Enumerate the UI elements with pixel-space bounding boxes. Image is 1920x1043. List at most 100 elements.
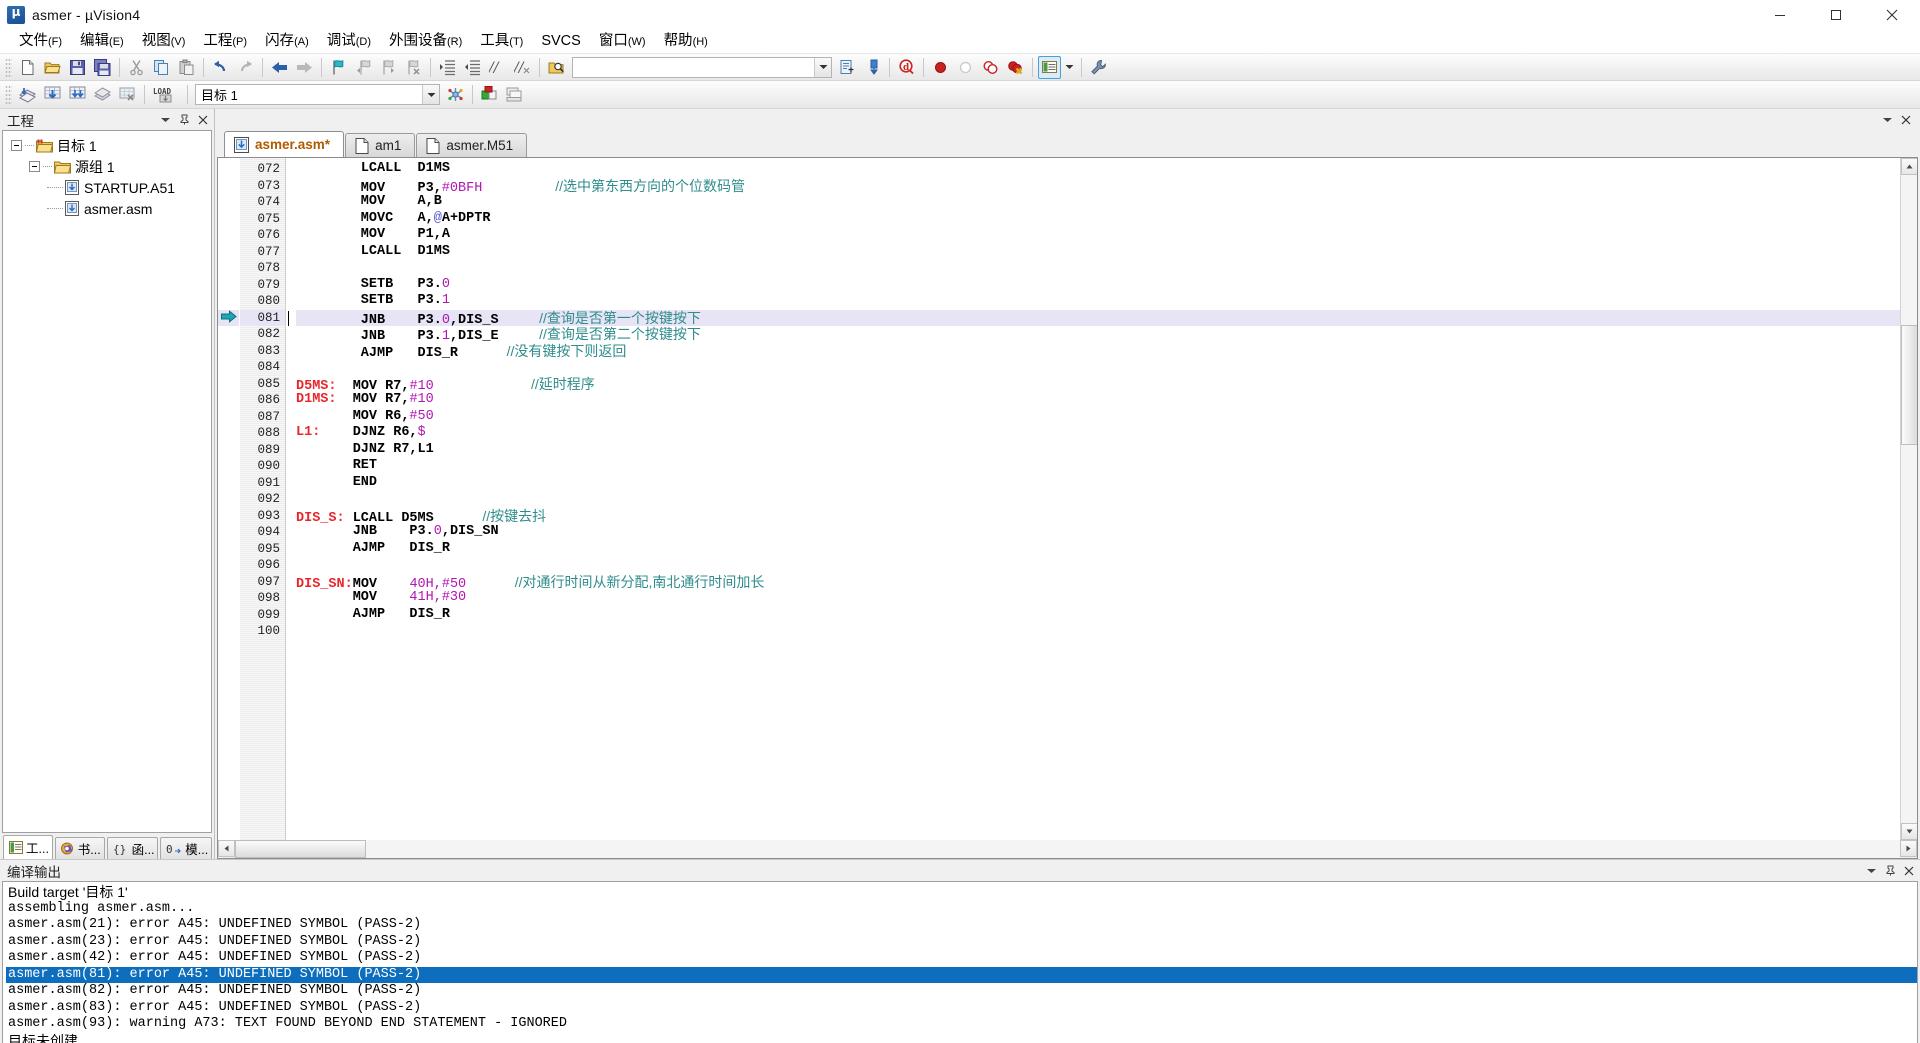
code-line[interactable] [296, 557, 1900, 574]
tree-expander-minus-icon[interactable] [29, 161, 40, 172]
code-horizontal-scrollbar[interactable] [218, 840, 1917, 858]
code-marker-cell[interactable] [218, 178, 239, 195]
menu-file[interactable]: 文件(F) [10, 29, 71, 54]
code-line[interactable]: L1: DJNZ R6,$ [296, 425, 1900, 442]
paste-icon[interactable] [175, 56, 198, 79]
code-marker-cell[interactable] [218, 409, 239, 426]
code-line[interactable]: MOV 41H,#30 [296, 590, 1900, 607]
find-combo[interactable] [572, 56, 832, 78]
breakpoint-kill-all-icon[interactable] [1004, 56, 1027, 79]
code-line[interactable]: JNB P3.0,DIS_S //查询是否第一个按键按下 [288, 309, 1900, 328]
menu-help[interactable]: 帮助(H) [655, 29, 717, 54]
code-marker-cell[interactable] [218, 524, 239, 541]
code-line[interactable]: AJMP DIS_R [296, 541, 1900, 558]
close-icon[interactable] [1901, 863, 1917, 879]
save-all-icon[interactable] [91, 56, 114, 79]
redo-icon[interactable] [234, 56, 257, 79]
maximize-icon[interactable] [1808, 0, 1864, 29]
code-marker-cell[interactable] [218, 557, 239, 574]
code-line[interactable] [296, 491, 1900, 508]
build-output-line[interactable]: asmer.asm(93): warning A73: TEXT FOUND B… [6, 1016, 1917, 1033]
code-marker-cell[interactable] [218, 194, 239, 211]
hscroll-thumb[interactable] [235, 840, 366, 858]
manage-windows-dropdown-icon[interactable] [1063, 56, 1076, 79]
code-marker-cell[interactable] [218, 607, 239, 624]
code-marker-cell[interactable] [218, 541, 239, 558]
code-line[interactable]: MOV P1,A [296, 227, 1900, 244]
tab-project[interactable]: 工... [3, 835, 53, 859]
pin-icon[interactable] [176, 112, 192, 128]
scroll-left-button[interactable] [218, 840, 235, 857]
build-output-line[interactable]: Build target '目标 1' [6, 884, 1917, 901]
code-marker-cell[interactable] [218, 211, 239, 228]
rebuild-all-icon[interactable] [66, 83, 89, 106]
code-marker-cell[interactable] [218, 244, 239, 261]
panel-menu-icon[interactable] [1879, 112, 1895, 128]
translate-file-icon[interactable] [16, 83, 39, 106]
save-icon[interactable] [66, 56, 89, 79]
code-line[interactable]: D5MS: MOV R7,#10 //延时程序 [296, 376, 1900, 394]
code-line[interactable]: MOVC A,@A+DPTR [296, 211, 1900, 228]
tree-node-asmer-file[interactable]: asmer.asm [3, 198, 211, 219]
code-marker-cell[interactable] [218, 392, 239, 409]
tree-expander-minus-icon[interactable] [11, 140, 22, 151]
code-marker-cell[interactable] [218, 359, 239, 376]
project-windows-icon[interactable] [503, 83, 526, 106]
panel-menu-icon[interactable] [157, 112, 173, 128]
build-output-line[interactable]: 目标未创建 [6, 1033, 1917, 1043]
code-line[interactable] [296, 260, 1900, 277]
find-in-files-icon[interactable] [545, 56, 568, 79]
scroll-right-button[interactable] [1900, 840, 1917, 857]
bookmark-clear-icon[interactable] [402, 56, 425, 79]
copy-icon[interactable] [150, 56, 173, 79]
build-target-icon[interactable] [41, 83, 64, 106]
tree-node-group[interactable]: 源组 1 [3, 156, 211, 177]
code-marker-column[interactable] [218, 158, 240, 840]
manage-windows-icon[interactable] [1038, 55, 1061, 79]
indent-increase-icon[interactable] [436, 56, 459, 79]
build-output-line[interactable]: asmer.asm(21): error A45: UNDEFINED SYMB… [6, 917, 1917, 934]
editor-tab-am1[interactable]: am1 [345, 133, 416, 157]
code-line[interactable] [296, 623, 1900, 640]
menu-debug[interactable]: 调试(D) [318, 29, 380, 54]
manage-components-icon[interactable] [478, 83, 501, 106]
menu-flash[interactable]: 闪存(A) [256, 29, 318, 54]
code-line[interactable]: MOV P3,#0BFH //选中第东西方向的个位数码管 [296, 178, 1900, 196]
code-line[interactable]: SETB P3.1 [296, 293, 1900, 310]
bookmark-prev-icon[interactable] [352, 56, 375, 79]
minimize-icon[interactable] [1752, 0, 1808, 29]
menu-svcs[interactable]: SVCS [532, 29, 590, 53]
code-marker-cell[interactable] [218, 442, 239, 459]
code-line[interactable]: DIS_SN:MOV 40H,#50 //对通行时间从新分配,南北通行时间加长 [296, 574, 1900, 592]
code-marker-cell[interactable] [218, 574, 239, 591]
toolbar-grip[interactable] [5, 57, 12, 77]
editor-tab-asmer-m51[interactable]: asmer.M51 [416, 133, 528, 157]
menu-window[interactable]: 窗口(W) [590, 29, 655, 54]
code-marker-cell[interactable] [218, 623, 239, 640]
build-output-line[interactable]: assembling asmer.asm... [6, 901, 1917, 918]
load-flash-icon[interactable]: LOAD [150, 83, 182, 106]
code-text-area[interactable]: LCALL D1MS MOV P3,#0BFH //选中第东西方向的个位数码管 … [286, 158, 1900, 840]
scroll-thumb[interactable] [1901, 325, 1917, 445]
breakpoint-disable-icon[interactable] [954, 56, 977, 79]
menu-peripherals[interactable]: 外围设备(R) [380, 29, 471, 54]
code-line[interactable]: MOV A,B [296, 194, 1900, 211]
execution-arrow-icon[interactable] [218, 309, 239, 326]
build-output-line-selected[interactable]: asmer.asm(81): error A45: UNDEFINED SYMB… [6, 966, 1917, 983]
code-marker-cell[interactable] [218, 161, 239, 178]
code-line[interactable]: SETB P3.0 [296, 277, 1900, 294]
breakpoint-disable-all-icon[interactable] [979, 56, 1002, 79]
find-next-icon[interactable] [836, 56, 859, 79]
code-line[interactable]: D1MS: MOV R7,#10 [296, 392, 1900, 409]
code-marker-cell[interactable] [218, 293, 239, 310]
build-output-line[interactable]: asmer.asm(42): error A45: UNDEFINED SYMB… [6, 950, 1917, 967]
code-marker-cell[interactable] [218, 326, 239, 343]
code-line[interactable]: DIS_S: LCALL D5MS //按键去抖 [296, 508, 1900, 526]
code-marker-cell[interactable] [218, 491, 239, 508]
code-line[interactable]: LCALL D1MS [296, 244, 1900, 261]
pin-icon[interactable] [1882, 863, 1898, 879]
code-marker-cell[interactable] [218, 277, 239, 294]
bookmark-next-icon[interactable] [377, 56, 400, 79]
keil-help-icon[interactable]: d [895, 56, 918, 79]
close-icon[interactable] [1898, 112, 1914, 128]
